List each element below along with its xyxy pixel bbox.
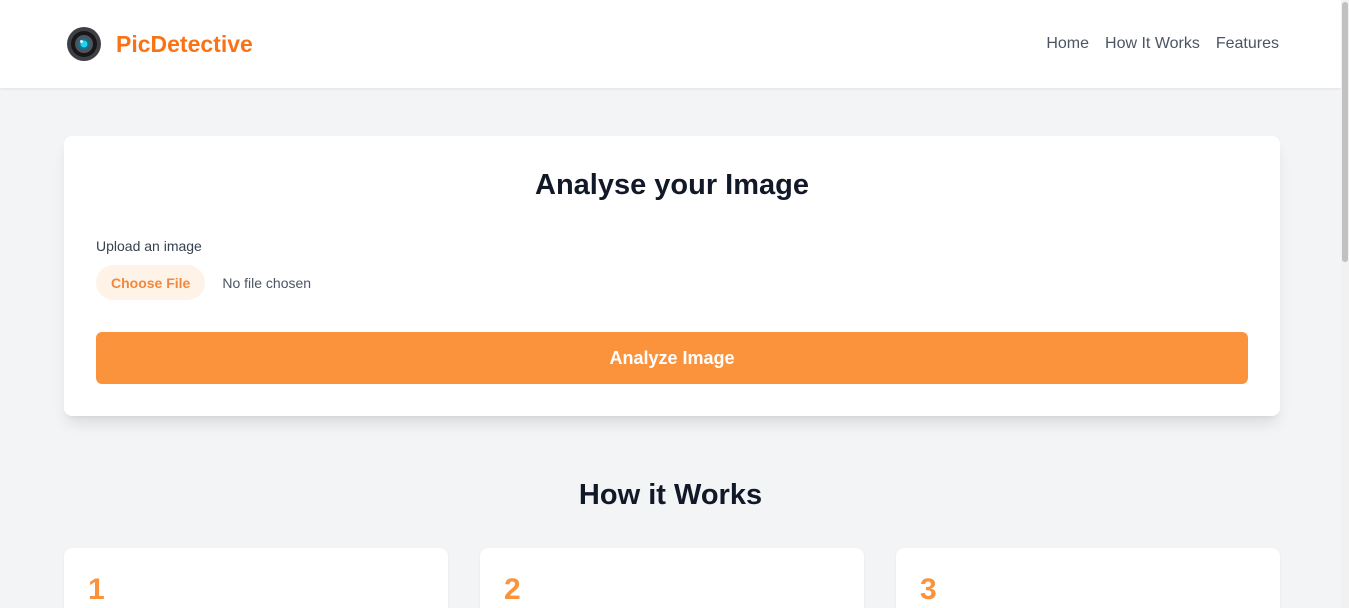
file-status-text: No file chosen xyxy=(222,274,312,291)
scrollbar-thumb[interactable] xyxy=(1342,2,1348,262)
step-number: 2 xyxy=(504,573,521,606)
nav-link-features[interactable]: Features xyxy=(1216,35,1279,53)
step-card-3: 3 xyxy=(896,548,1280,608)
upload-card-title: Analyse your Image xyxy=(535,169,809,201)
main-nav: Home How It Works Features xyxy=(1046,35,1279,53)
how-it-works-title: How it Works xyxy=(578,479,763,511)
nav-link-home[interactable]: Home xyxy=(1046,35,1089,53)
page: PicDetective Home How It Works Features … xyxy=(0,0,1349,608)
scrollbar[interactable] xyxy=(1341,0,1349,608)
navbar: PicDetective Home How It Works Features xyxy=(0,0,1341,88)
brand-name: PicDetective xyxy=(116,30,253,57)
step-card-1: 1 xyxy=(64,548,448,608)
choose-file-button[interactable]: Choose File xyxy=(96,265,206,300)
analyze-image-button[interactable]: Analyze Image xyxy=(96,332,1248,384)
step-number: 3 xyxy=(920,573,937,606)
upload-card: Analyse your Image Upload an image Choos… xyxy=(64,136,1280,416)
step-card-2: 2 xyxy=(480,548,864,608)
camera-lens-icon xyxy=(67,27,101,61)
upload-label: Upload an image xyxy=(96,238,202,254)
nav-link-how-it-works[interactable]: How It Works xyxy=(1105,35,1200,53)
file-input[interactable]: Choose File No file chosen xyxy=(96,265,311,300)
brand[interactable]: PicDetective xyxy=(66,26,253,62)
step-number: 1 xyxy=(88,573,105,606)
